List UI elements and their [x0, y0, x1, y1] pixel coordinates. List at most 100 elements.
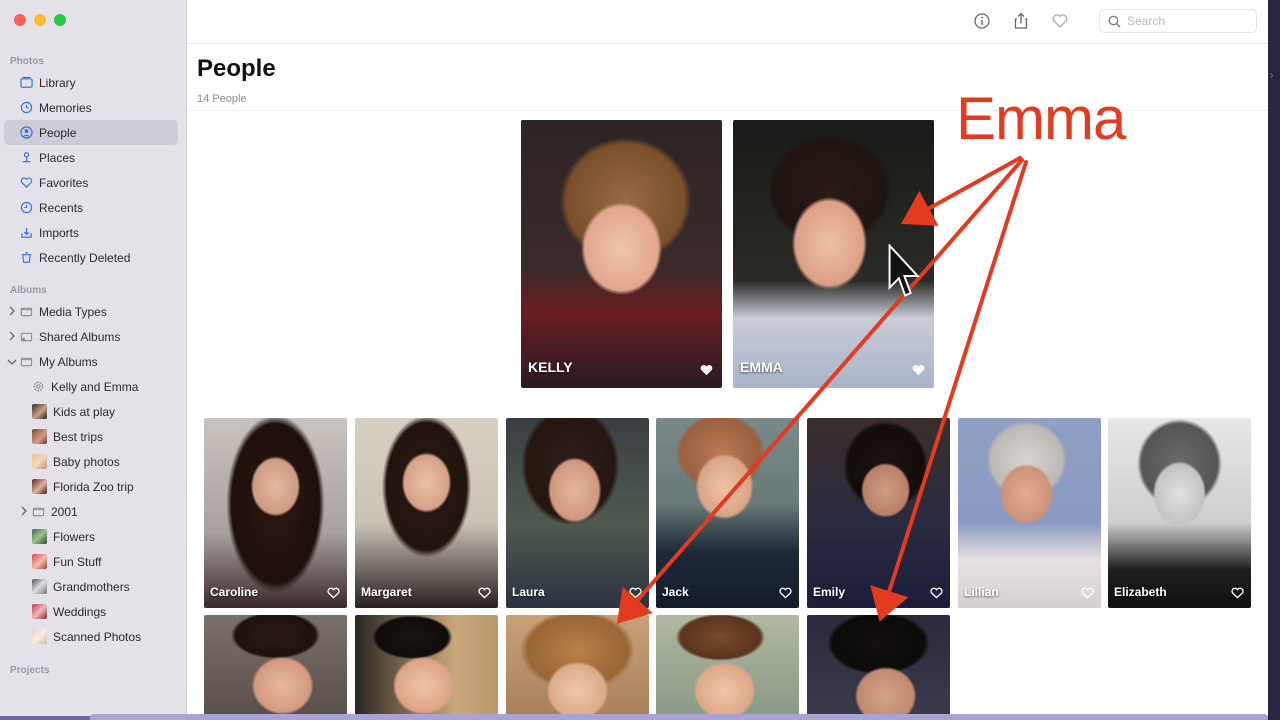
album-thumbnail: [32, 554, 47, 569]
sidebar-item-places[interactable]: Places: [4, 145, 178, 170]
sidebar-item-label: Kids at play: [53, 404, 116, 419]
toolbar: [187, 0, 1268, 44]
album-thumbnail: [32, 429, 47, 444]
sidebar-item-fun-stuff[interactable]: Fun Stuff: [4, 549, 178, 574]
memories-icon: [20, 101, 33, 114]
heart-outline-icon[interactable]: [1081, 587, 1094, 599]
album-thumbnail: [32, 404, 47, 419]
search-input[interactable]: [1127, 14, 1247, 28]
person-name: Laura: [512, 585, 545, 599]
sidebar-item-grandmothers[interactable]: Grandmothers: [4, 574, 178, 599]
sidebar-item-people[interactable]: People: [4, 120, 178, 145]
person-card-elizabeth[interactable]: Elizabeth: [1108, 418, 1251, 608]
heart-outline-icon[interactable]: [327, 587, 340, 599]
album-thumbnail: [32, 629, 47, 644]
chevron-right-icon[interactable]: [8, 331, 16, 341]
sidebar-item-label: People: [39, 125, 77, 140]
album-thumbnail: [32, 579, 47, 594]
person-card-lillian[interactable]: Lillian: [958, 418, 1101, 608]
chevron-right-icon[interactable]: [20, 506, 28, 516]
sidebar-item-recents[interactable]: Recents: [4, 195, 178, 220]
sidebar-item-library[interactable]: Library: [4, 70, 178, 95]
sidebar-item-favorites[interactable]: Favorites: [4, 170, 178, 195]
sidebar-item-label: Memories: [39, 100, 92, 115]
photos-nav: Library Memories People Places Favorites…: [4, 70, 178, 270]
heart-outline-icon[interactable]: [478, 587, 491, 599]
sidebar-item-2001[interactable]: 2001: [4, 499, 178, 524]
sidebar-item-baby-photos[interactable]: Baby photos: [4, 449, 178, 474]
mouse-cursor-icon: [888, 244, 920, 297]
heart-outline-icon[interactable]: [779, 587, 792, 599]
sidebar-item-label: Media Types: [39, 304, 107, 319]
edge-glyph: ›: [1270, 70, 1274, 81]
sidebar-item-label: Florida Zoo trip: [53, 479, 134, 494]
sidebar-item-label: Favorites: [39, 175, 89, 190]
sidebar-item-label: Recently Deleted: [39, 250, 131, 265]
person-card[interactable]: [807, 615, 950, 716]
annotation-label: Emma: [956, 85, 1126, 152]
person-card[interactable]: [204, 615, 347, 716]
zoom-window-button[interactable]: [54, 14, 66, 26]
person-card[interactable]: [656, 615, 799, 716]
sidebar-item-label: Scanned Photos: [53, 629, 142, 644]
heart-icon: [20, 176, 33, 189]
search-field[interactable]: [1099, 9, 1257, 33]
close-window-button[interactable]: [14, 14, 26, 26]
sidebar-item-kelly-and-emma[interactable]: Kelly and Emma: [4, 374, 178, 399]
window-controls: [14, 14, 66, 26]
favorite-heart-icon[interactable]: [912, 364, 925, 376]
sidebar-item-label: Baby photos: [53, 454, 120, 469]
albums-section-heading: Albums: [10, 285, 47, 296]
person-card-caroline[interactable]: Caroline: [204, 418, 347, 608]
heart-outline-icon[interactable]: [629, 587, 642, 599]
share-icon[interactable]: [1012, 12, 1030, 30]
sidebar-item-label: Recents: [39, 200, 84, 215]
person-name: Caroline: [210, 585, 259, 599]
person-name: EMMA: [740, 359, 783, 375]
person-name: KELLY: [528, 359, 573, 375]
person-name: Lillian: [964, 585, 999, 599]
person-card-kelly[interactable]: KELLY: [521, 120, 722, 388]
sidebar-item-best-trips[interactable]: Best trips: [4, 424, 178, 449]
sidebar-item-recently-deleted[interactable]: Recently Deleted: [4, 245, 178, 270]
sidebar-item-weddings[interactable]: Weddings: [4, 599, 178, 624]
heart-outline-icon[interactable]: [1231, 587, 1244, 599]
page-title: People: [197, 55, 276, 82]
person-card[interactable]: [355, 615, 498, 716]
person-card[interactable]: [506, 615, 649, 716]
chevron-right-icon[interactable]: [8, 306, 16, 316]
sidebar-item-label: Places: [39, 150, 76, 165]
favorite-heart-icon[interactable]: [700, 364, 713, 376]
photos-section-heading: Photos: [10, 56, 44, 67]
person-name: Jack: [662, 585, 689, 599]
favorite-heart-icon[interactable]: [1051, 12, 1069, 30]
person-card-emily[interactable]: Emily: [807, 418, 950, 608]
minimize-window-button[interactable]: [34, 14, 46, 26]
person-name: Emily: [813, 585, 846, 599]
sidebar-item-my-albums[interactable]: My Albums: [4, 349, 178, 374]
folder-icon: [20, 355, 33, 368]
clock-icon: [20, 201, 33, 214]
person-card-laura[interactable]: Laura: [506, 418, 649, 608]
sidebar-item-label: 2001: [51, 504, 78, 519]
sidebar-item-label: My Albums: [39, 354, 98, 369]
sidebar-item-label: Kelly and Emma: [51, 379, 139, 394]
library-icon: [20, 76, 33, 89]
sidebar-item-memories[interactable]: Memories: [4, 95, 178, 120]
person-card-margaret[interactable]: Margaret: [355, 418, 498, 608]
sidebar-item-scanned-photos[interactable]: Scanned Photos: [4, 624, 178, 649]
sidebar-item-kids-at-play[interactable]: Kids at play: [4, 399, 178, 424]
heart-outline-icon[interactable]: [930, 587, 943, 599]
smart-album-gear-icon: [32, 380, 45, 393]
trash-icon: [20, 251, 33, 264]
person-card-jack[interactable]: Jack: [656, 418, 799, 608]
sidebar-item-flowers[interactable]: Flowers: [4, 524, 178, 549]
info-icon[interactable]: [973, 12, 991, 30]
sidebar-item-imports[interactable]: Imports: [4, 220, 178, 245]
import-icon: [20, 226, 33, 239]
sidebar-item-label: Imports: [39, 225, 80, 240]
sidebar-item-media-types[interactable]: Media Types: [4, 299, 178, 324]
sidebar-item-shared-albums[interactable]: Shared Albums: [4, 324, 178, 349]
chevron-down-icon[interactable]: [7, 358, 17, 366]
sidebar-item-florida-zoo-trip[interactable]: Florida Zoo trip: [4, 474, 178, 499]
